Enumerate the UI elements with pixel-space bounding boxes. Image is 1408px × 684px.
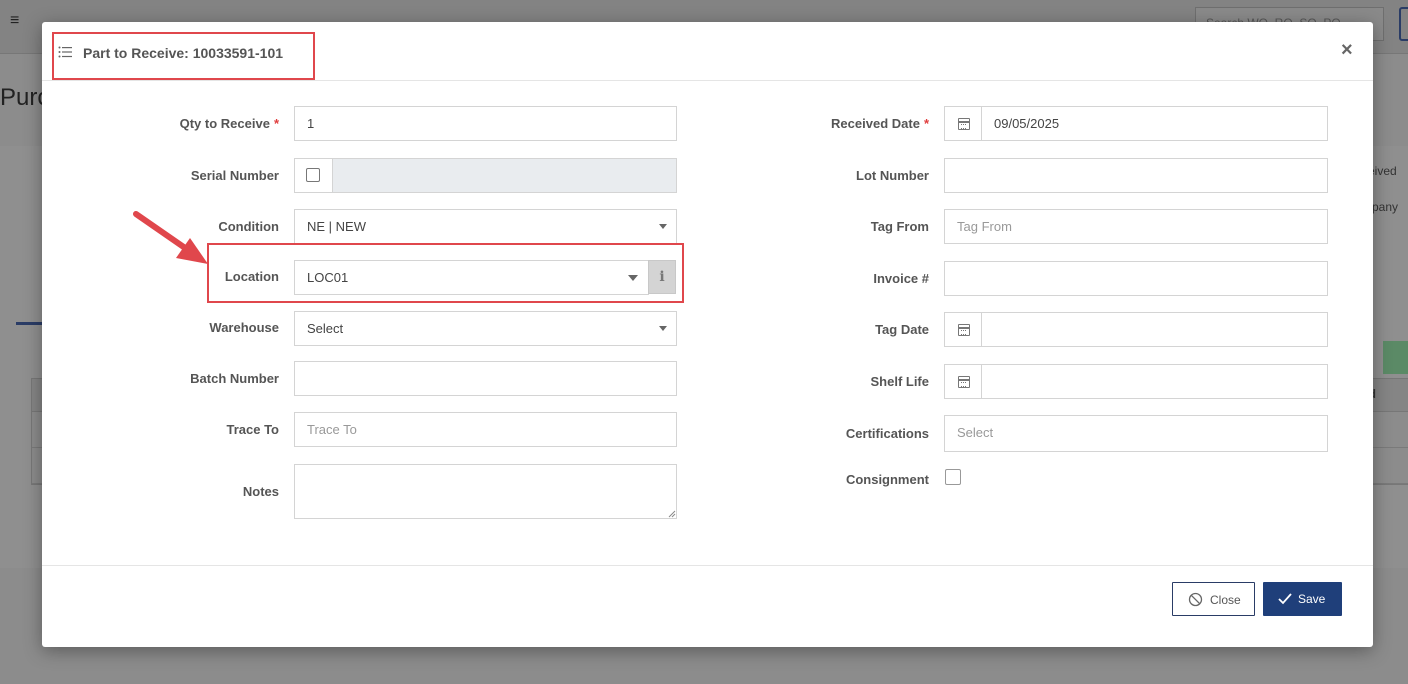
received-date-label-text: Received Date <box>831 116 920 131</box>
received-date-input[interactable]: 09/05/2025 <box>981 106 1328 141</box>
tag-from-input[interactable]: Tag From <box>944 209 1328 244</box>
location-value: LOC01 <box>307 270 349 285</box>
dialog-footer-divider <box>42 565 1373 566</box>
invoice-input[interactable] <box>944 261 1328 296</box>
part-to-receive-dialog: Part to Receive: 10033591-101 × Qty to R… <box>42 22 1373 647</box>
calendar-icon <box>958 324 970 336</box>
ban-icon <box>1188 592 1203 607</box>
background-text: pany <box>1372 200 1399 214</box>
serial-number-label: Serial Number <box>190 168 279 183</box>
condition-select[interactable]: NE | NEW <box>294 209 677 244</box>
calendar-button[interactable] <box>944 106 982 141</box>
dialog-header: Part to Receive: 10033591-101 × <box>42 22 1373 81</box>
trace-to-input[interactable]: Trace To <box>294 412 677 447</box>
notes-label: Notes <box>242 484 279 499</box>
check-icon <box>1278 593 1292 605</box>
resize-handle-icon[interactable] <box>668 510 676 518</box>
calendar-icon <box>958 118 970 130</box>
batch-number-label: Batch Number <box>190 371 279 386</box>
condition-value: NE | NEW <box>307 219 366 234</box>
tag-date-label: Tag Date <box>875 322 929 337</box>
batch-number-input[interactable] <box>294 361 677 396</box>
certifications-label: Certifications <box>845 426 929 441</box>
calendar-icon <box>958 376 970 388</box>
shelf-life-label: Shelf Life <box>870 374 929 389</box>
received-date-label: Received Date * <box>831 116 929 131</box>
chevron-down-icon <box>628 275 638 281</box>
required-marker: * <box>273 116 279 131</box>
invoice-label: Invoice # <box>873 271 929 286</box>
calendar-button[interactable] <box>944 312 982 347</box>
close-icon[interactable]: × <box>1341 39 1353 62</box>
location-label: Location <box>224 269 279 284</box>
warehouse-value: Select <box>307 321 344 336</box>
close-button-label: Close <box>1210 593 1241 607</box>
consignment-label: Consignment <box>845 472 929 487</box>
qty-to-receive-input[interactable]: 1 <box>294 106 677 141</box>
background-action-button[interactable] <box>1383 341 1408 374</box>
chevron-down-icon <box>659 326 667 331</box>
chevron-down-icon <box>659 224 667 229</box>
top-bar-button[interactable] <box>1399 7 1408 41</box>
dialog-title: Part to Receive: 10033591-101 <box>83 45 284 61</box>
close-button[interactable]: Close <box>1172 582 1255 616</box>
consignment-checkbox[interactable] <box>945 469 961 485</box>
qty-to-receive-label: Qty to Receive * <box>180 116 279 131</box>
notes-textarea[interactable] <box>294 464 677 519</box>
calendar-button[interactable] <box>944 364 982 399</box>
annotation-arrow-icon <box>133 211 208 264</box>
required-marker: * <box>923 116 929 131</box>
serial-number-input <box>332 158 677 193</box>
trace-to-label: Trace To <box>226 422 279 437</box>
info-icon[interactable]: i <box>648 260 676 294</box>
tag-from-label: Tag From <box>870 219 929 234</box>
lot-number-input[interactable] <box>944 158 1328 193</box>
location-select[interactable]: LOC01 <box>294 260 649 295</box>
condition-label: Condition <box>218 219 279 234</box>
list-icon <box>58 46 72 58</box>
shelf-life-input[interactable] <box>981 364 1328 399</box>
hamburger-menu-icon[interactable]: ≡ <box>10 13 26 29</box>
serial-number-checkbox[interactable] <box>306 168 320 182</box>
lot-number-label: Lot Number <box>856 168 929 183</box>
warehouse-select[interactable]: Select <box>294 311 677 346</box>
certifications-select[interactable]: Select <box>944 415 1328 452</box>
tag-date-input[interactable] <box>981 312 1328 347</box>
warehouse-label: Warehouse <box>209 320 279 335</box>
qty-label-text: Qty to Receive <box>179 116 270 131</box>
save-button-label: Save <box>1298 592 1326 606</box>
save-button[interactable]: Save <box>1263 582 1342 616</box>
